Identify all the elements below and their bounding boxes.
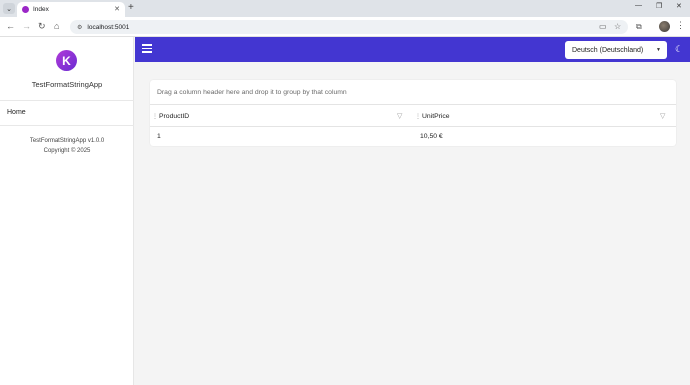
- cast-icon[interactable]: ▭: [599, 21, 607, 32]
- version-text: TestFormatStringApp v1.0.0: [29, 138, 105, 144]
- app-logo: K: [56, 50, 77, 71]
- drag-handle-icon[interactable]: ⋮: [415, 113, 421, 120]
- home-icon[interactable]: ⌂: [54, 21, 59, 32]
- grid-header: ⋮ ProductID ▽ ⋮ UnitPrice ▽: [150, 105, 676, 127]
- group-hint: Drag a column header here and drop it to…: [157, 88, 347, 96]
- sidebar: K TestFormatStringApp Home TestFormatStr…: [0, 37, 134, 385]
- extensions-icon[interactable]: ⧉: [636, 21, 642, 32]
- back-icon[interactable]: ←: [6, 21, 15, 32]
- browser-window: ⌄ Index ✕ + — ❐ ✕ ← → ↻ ⌂ ⚙ localhost:50…: [0, 0, 690, 385]
- favicon-icon: [22, 6, 29, 13]
- sidebar-divider: [0, 125, 134, 126]
- chevron-down-icon: ▼: [656, 47, 661, 53]
- close-tab-icon[interactable]: ✕: [114, 5, 120, 13]
- sidebar-footer: TestFormatStringApp v1.0.0 Copyright © 2…: [0, 136, 134, 156]
- data-grid: Drag a column header here and drop it to…: [150, 80, 676, 146]
- group-panel[interactable]: Drag a column header here and drop it to…: [150, 80, 676, 105]
- column-label: UnitPrice: [422, 112, 450, 120]
- column-label: ProductID: [159, 112, 190, 120]
- column-header-productid[interactable]: ⋮ ProductID: [152, 105, 189, 127]
- sidebar-item-home[interactable]: Home: [7, 109, 26, 116]
- sidebar-divider: [0, 100, 134, 101]
- bookmark-star-icon[interactable]: ☆: [614, 21, 621, 32]
- filter-icon[interactable]: ▽: [660, 112, 665, 120]
- table-row[interactable]: 1 10,50 €: [150, 127, 676, 145]
- menu-icon[interactable]: [142, 44, 152, 55]
- reload-icon[interactable]: ↻: [38, 21, 46, 32]
- minimize-icon[interactable]: —: [635, 2, 642, 9]
- tab-title: Index: [33, 6, 49, 13]
- forward-icon[interactable]: →: [22, 21, 31, 32]
- tab-search-icon[interactable]: ⌄: [3, 3, 15, 14]
- dark-mode-toggle-icon[interactable]: ☾: [675, 44, 683, 55]
- copyright-text: Copyright © 2025: [43, 148, 91, 154]
- close-window-icon[interactable]: ✕: [676, 2, 682, 10]
- address-bar[interactable]: ⚙ localhost:5001: [70, 20, 628, 34]
- main-content: Deutsch (Deutschland) ▼ ☾ Drag a column …: [135, 37, 690, 385]
- browser-toolbar: ← → ↻ ⌂ ⚙ localhost:5001 ▭ ☆ ⧉ ⋮: [0, 17, 690, 37]
- restore-icon[interactable]: ❐: [656, 2, 662, 10]
- profile-avatar[interactable]: [659, 21, 670, 32]
- drag-handle-icon[interactable]: ⋮: [152, 113, 158, 120]
- browser-menu-icon[interactable]: ⋮: [676, 20, 685, 31]
- url-text: localhost:5001: [87, 23, 130, 31]
- language-value: Deutsch (Deutschland): [572, 46, 644, 54]
- browser-tab[interactable]: Index ✕: [17, 2, 125, 17]
- column-header-unitprice[interactable]: ⋮ UnitPrice: [415, 105, 450, 127]
- new-tab-icon[interactable]: +: [128, 3, 134, 13]
- tab-strip: ⌄ Index ✕ + — ❐ ✕: [0, 0, 690, 17]
- filter-icon[interactable]: ▽: [397, 112, 402, 120]
- site-info-icon[interactable]: ⚙: [77, 24, 82, 31]
- cell-productid: 1: [157, 132, 161, 140]
- language-select[interactable]: Deutsch (Deutschland) ▼: [565, 41, 667, 59]
- app-root: K TestFormatStringApp Home TestFormatStr…: [0, 37, 690, 385]
- app-name: TestFormatStringApp: [31, 80, 103, 89]
- cell-unitprice: 10,50 €: [420, 132, 443, 140]
- app-bar: Deutsch (Deutschland) ▼ ☾: [135, 37, 690, 62]
